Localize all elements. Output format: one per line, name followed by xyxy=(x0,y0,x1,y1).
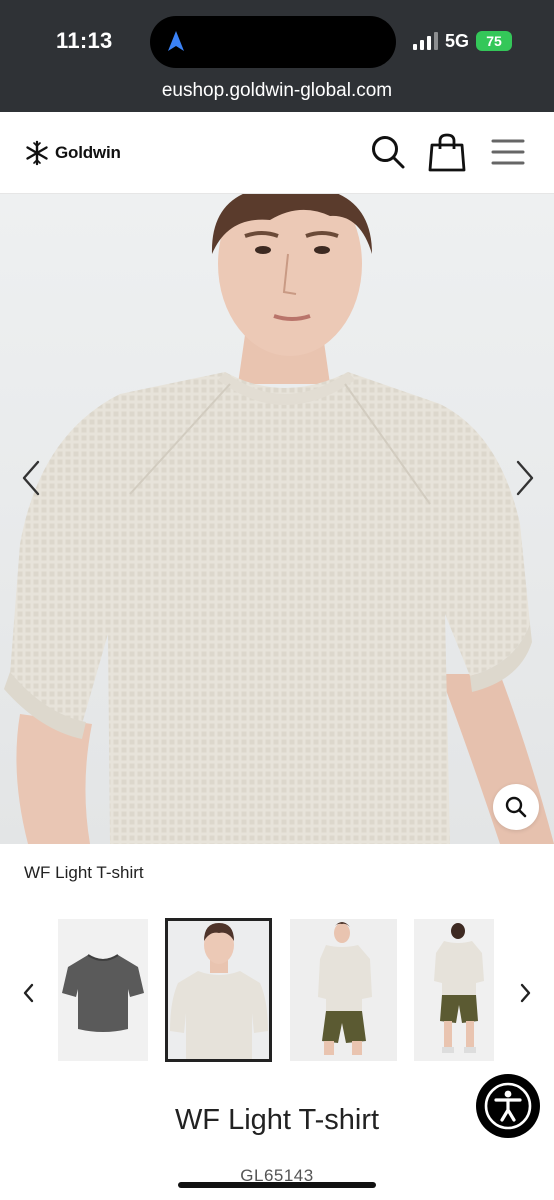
home-indicator[interactable] xyxy=(178,1182,376,1188)
dynamic-island xyxy=(150,16,396,68)
thumbnail-prev-icon[interactable] xyxy=(18,980,40,1006)
model-front-image xyxy=(168,921,269,1059)
product-hero-image[interactable] xyxy=(0,194,554,844)
thumbnail-front-portrait[interactable] xyxy=(165,918,272,1062)
accessibility-button[interactable] xyxy=(476,1074,540,1138)
chevron-right-icon[interactable] xyxy=(510,458,538,498)
zoom-icon xyxy=(505,796,527,818)
status-time: 11:13 xyxy=(56,28,113,53)
status-bar: 11:13 5G 75 eushop.goldwin-global.com xyxy=(0,0,554,112)
charcoal-tshirt-image xyxy=(62,954,144,1032)
hamburger-menu-icon[interactable] xyxy=(490,136,526,168)
brand-name: Goldwin xyxy=(55,143,121,162)
signal-icon xyxy=(413,32,439,50)
product-title: WF Light T-shirt xyxy=(174,1104,380,1136)
thumbnail-next-icon[interactable] xyxy=(514,980,536,1006)
chevron-left-icon[interactable] xyxy=(18,458,46,498)
model-photo xyxy=(0,194,554,844)
thumbnail-side-full-body[interactable] xyxy=(290,919,397,1061)
battery-icon: 75 xyxy=(476,31,512,51)
navigation-arrow-icon xyxy=(168,31,184,51)
brand-logo[interactable]: Goldwin xyxy=(24,140,121,166)
address-bar-url[interactable]: eushop.goldwin-global.com xyxy=(0,80,554,102)
accessibility-icon xyxy=(484,1082,532,1130)
shopping-bag-icon[interactable] xyxy=(428,132,466,172)
product-caption: WF Light T-shirt xyxy=(24,863,144,882)
model-back-image xyxy=(414,919,494,1061)
site-header: Goldwin xyxy=(0,112,554,194)
thumbnail-flat-lay[interactable] xyxy=(58,919,148,1061)
battery-level: 75 xyxy=(486,33,502,49)
network-type: 5G xyxy=(445,31,470,51)
thumbnail-back-full-body[interactable] xyxy=(414,919,494,1061)
model-side-image xyxy=(290,919,397,1061)
zoom-button[interactable] xyxy=(493,784,539,830)
snowflake-logo-icon xyxy=(26,140,48,166)
search-icon[interactable] xyxy=(370,134,406,170)
